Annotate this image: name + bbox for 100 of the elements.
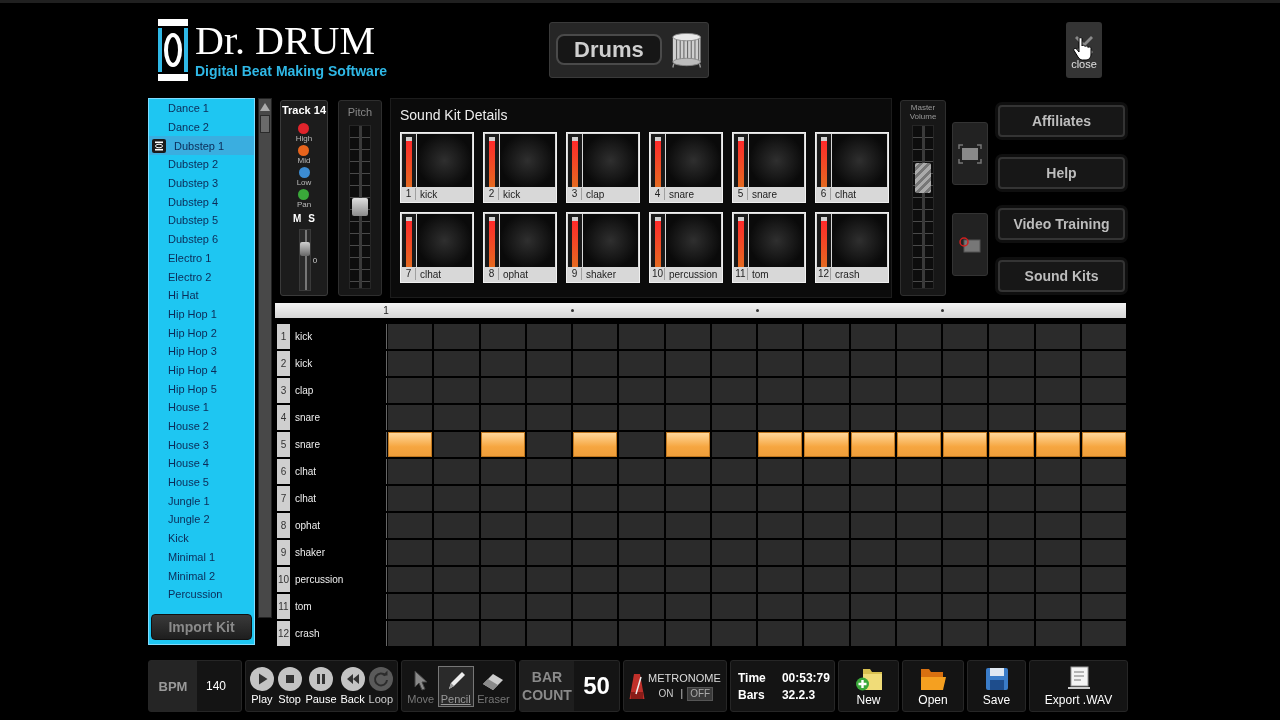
step-cell[interactable] — [573, 486, 618, 511]
step-cell[interactable] — [943, 540, 988, 565]
kit-list-item[interactable]: Kick — [149, 528, 254, 548]
step-cell[interactable] — [619, 405, 664, 430]
pad-volume-slider[interactable] — [568, 134, 582, 187]
step-cell[interactable] — [619, 621, 664, 646]
step-cell[interactable] — [434, 621, 479, 646]
kit-list-item[interactable]: Dubstep 6 — [149, 229, 254, 249]
scrollbar-track[interactable] — [258, 98, 272, 618]
step-cell[interactable] — [388, 621, 433, 646]
step-cell[interactable] — [1035, 378, 1080, 403]
kit-list-item[interactable]: Dubstep 4 — [149, 192, 254, 212]
knob-icon[interactable] — [298, 167, 310, 178]
step-cell[interactable] — [896, 594, 941, 619]
step-cell[interactable] — [758, 486, 803, 511]
step-cell[interactable] — [480, 621, 525, 646]
kit-list-item[interactable]: Hip Hop 4 — [149, 360, 254, 380]
step-cell[interactable] — [1035, 432, 1080, 457]
pitch-slider-thumb[interactable] — [352, 198, 368, 216]
step-cell[interactable] — [573, 567, 618, 592]
step-cell[interactable] — [850, 432, 895, 457]
step-cell[interactable] — [388, 351, 433, 376]
screen-button[interactable] — [952, 122, 988, 185]
step-cell[interactable] — [758, 324, 803, 349]
step-cell[interactable] — [850, 540, 895, 565]
side-menu-button[interactable]: Video Training — [998, 208, 1125, 240]
pad-volume-slider[interactable] — [734, 134, 748, 187]
step-cell[interactable] — [989, 351, 1034, 376]
step-cell[interactable] — [526, 513, 571, 538]
kit-list-item[interactable]: Dubstep 5 — [149, 211, 254, 230]
pitch-slider-track[interactable] — [349, 125, 371, 289]
step-cell[interactable] — [896, 324, 941, 349]
step-cell[interactable] — [850, 513, 895, 538]
step-cell[interactable] — [526, 540, 571, 565]
step-cell[interactable] — [434, 459, 479, 484]
step-cell[interactable] — [943, 621, 988, 646]
pad-volume-slider[interactable] — [485, 214, 499, 267]
step-cell[interactable] — [896, 567, 941, 592]
step-cell[interactable] — [850, 621, 895, 646]
step-cell[interactable] — [804, 378, 849, 403]
step-cell[interactable] — [850, 486, 895, 511]
step-cell[interactable] — [526, 405, 571, 430]
step-cell[interactable] — [480, 567, 525, 592]
mute-button[interactable]: M — [293, 213, 302, 225]
step-cell[interactable] — [989, 513, 1034, 538]
pad-volume-slider[interactable] — [817, 214, 831, 267]
step-cell[interactable] — [896, 351, 941, 376]
step-cell[interactable] — [989, 432, 1034, 457]
step-cell[interactable] — [573, 432, 618, 457]
step-cell[interactable] — [1081, 324, 1126, 349]
step-cell[interactable] — [619, 351, 664, 376]
step-cell[interactable] — [388, 459, 433, 484]
kit-list-item[interactable]: Electro 1 — [149, 248, 254, 268]
step-cell[interactable] — [850, 459, 895, 484]
step-cell[interactable] — [480, 324, 525, 349]
step-cell[interactable] — [1035, 324, 1080, 349]
save-button[interactable]: Save — [967, 660, 1026, 712]
kit-list-item[interactable]: Minimal 1 — [149, 547, 254, 567]
kit-list-item[interactable]: Hip Hop 3 — [149, 341, 254, 361]
step-cell[interactable] — [665, 459, 710, 484]
step-cell[interactable] — [804, 459, 849, 484]
step-cell[interactable] — [896, 378, 941, 403]
step-cell[interactable] — [1035, 540, 1080, 565]
step-cell[interactable] — [573, 621, 618, 646]
step-cell[interactable] — [573, 594, 618, 619]
step-cell[interactable] — [850, 351, 895, 376]
step-cell[interactable] — [758, 540, 803, 565]
step-cell[interactable] — [804, 594, 849, 619]
step-cell[interactable] — [573, 459, 618, 484]
step-cell[interactable] — [480, 378, 525, 403]
step-cell[interactable] — [526, 486, 571, 511]
step-cell[interactable] — [896, 540, 941, 565]
kit-list-item[interactable]: Hip Hop 2 — [149, 323, 254, 342]
step-cell[interactable] — [526, 432, 571, 457]
step-cell[interactable] — [573, 324, 618, 349]
step-cell[interactable] — [711, 351, 756, 376]
step-cell[interactable] — [434, 513, 479, 538]
step-cell[interactable] — [943, 378, 988, 403]
kit-list-item[interactable]: Dubstep 2 — [149, 155, 254, 174]
step-cell[interactable] — [989, 324, 1034, 349]
step-cell[interactable] — [388, 567, 433, 592]
import-kit-button[interactable]: Import Kit — [151, 614, 252, 640]
kit-list-item[interactable]: Dubstep 3 — [149, 173, 254, 193]
step-cell[interactable] — [434, 486, 479, 511]
step-cell[interactable] — [388, 378, 433, 403]
master-volume-track[interactable] — [912, 125, 934, 289]
kit-list-item[interactable]: Hip Hop 5 — [149, 379, 254, 398]
step-cell[interactable] — [1081, 351, 1126, 376]
step-cell[interactable] — [434, 567, 479, 592]
step-cell[interactable] — [943, 567, 988, 592]
step-cell[interactable] — [758, 594, 803, 619]
step-cell[interactable] — [619, 324, 664, 349]
step-cell[interactable] — [480, 513, 525, 538]
step-cell[interactable] — [665, 513, 710, 538]
step-cell[interactable] — [943, 594, 988, 619]
step-cell[interactable] — [989, 378, 1034, 403]
step-cell[interactable] — [758, 432, 803, 457]
step-cell[interactable] — [665, 405, 710, 430]
step-cell[interactable] — [758, 513, 803, 538]
step-cell[interactable] — [711, 486, 756, 511]
